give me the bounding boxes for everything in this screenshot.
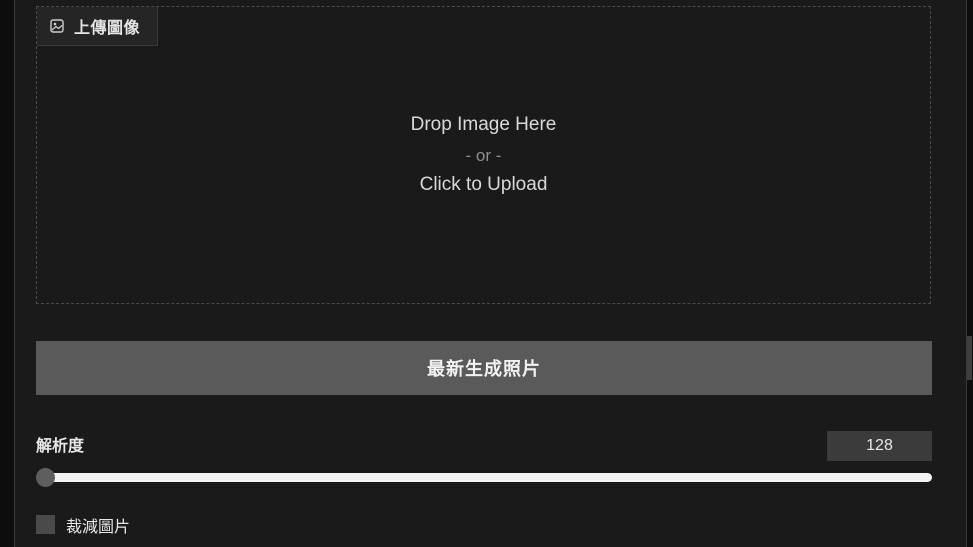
drop-or-text: - or - — [465, 146, 502, 165]
resolution-number-input[interactable]: 128 — [827, 431, 932, 461]
generate-latest-photo-button[interactable]: 最新生成照片 — [36, 341, 932, 395]
resolution-slider-thumb[interactable] — [36, 468, 55, 487]
image-icon — [50, 19, 64, 33]
crop-image-checkbox[interactable] — [36, 515, 55, 534]
panel-right-border — [966, 0, 967, 547]
upload-label-text: 上傳圖像 — [74, 18, 141, 37]
resolution-label: 解析度 — [36, 436, 85, 455]
crop-image-label: 裁減圖片 — [66, 517, 131, 536]
resolution-slider-track[interactable] — [40, 473, 932, 482]
upload-label-badge: 上傳圖像 — [37, 7, 158, 46]
click-to-upload-text[interactable]: Click to Upload — [36, 174, 931, 196]
drop-image-text: Drop Image Here — [410, 114, 557, 135]
scrollbar-thumb[interactable] — [967, 336, 972, 380]
